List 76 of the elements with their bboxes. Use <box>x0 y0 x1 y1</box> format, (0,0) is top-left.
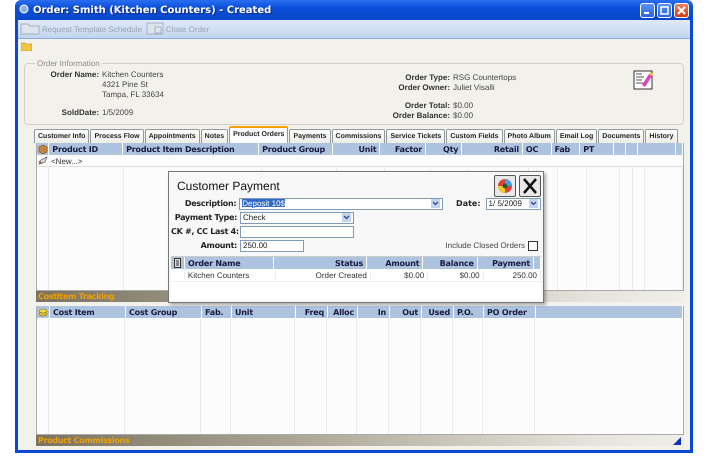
section-title: Product Commissions <box>37 436 130 445</box>
description-dropdown[interactable]: Deposit 10$ <box>239 198 444 210</box>
field-label: Order Balance: <box>392 111 450 120</box>
maximize-button[interactable] <box>657 2 672 18</box>
close-button[interactable] <box>674 2 689 18</box>
field-label: Description: <box>184 199 238 208</box>
close-icon[interactable] <box>519 175 541 197</box>
field-value: Kitchen Counters <box>102 70 164 79</box>
column-header: Amount <box>367 257 424 269</box>
column-header: Fab <box>552 143 580 155</box>
window-title: Order: Smith (Kitchen Counters) - Created <box>33 4 272 16</box>
column-header: Factor <box>380 143 426 155</box>
dropdown-arrow-icon[interactable] <box>529 199 538 208</box>
section-title: Order Information <box>36 59 101 68</box>
column-header: P.O. <box>454 306 484 318</box>
column-header: Product ID <box>49 143 124 155</box>
table-cell: $0.00 <box>428 270 484 281</box>
column-header: Freq <box>296 306 328 318</box>
field-label: CK #, CC Last 4: <box>171 227 240 236</box>
column-header: Qty <box>426 143 462 155</box>
app-icon <box>19 4 29 16</box>
close-icon <box>677 6 686 14</box>
field-value: 4321 Pine St <box>102 80 149 89</box>
field-label: SoldDate: <box>60 108 99 117</box>
field-value: 1/5/2009 <box>102 108 134 117</box>
field-value: $0.00 <box>453 111 474 120</box>
column-header: Payment <box>478 257 534 269</box>
date-picker[interactable]: 1/ 5/2009 <box>486 198 541 210</box>
table-cell: 250.00 <box>484 270 541 281</box>
field-label: Payment Type: <box>174 213 238 222</box>
maximize-icon <box>660 6 669 14</box>
column-header: Unit <box>332 143 380 155</box>
field-label: Order Name: <box>50 70 99 81</box>
column-header: Fab. <box>202 306 232 318</box>
resize-grip-icon[interactable] <box>672 435 682 446</box>
dropdown-arrow-icon[interactable] <box>342 213 351 222</box>
column-header: Used <box>422 306 454 318</box>
table-cell: Kitchen Counters <box>184 270 276 281</box>
field-value: $0.00 <box>453 101 474 110</box>
column-header: Unit <box>232 306 296 318</box>
minimize-icon <box>644 12 648 14</box>
column-header: Cost Group <box>126 306 202 318</box>
column-header: Retail <box>462 143 523 155</box>
column-header: OC <box>522 143 552 155</box>
column-header: PT <box>580 143 614 155</box>
field-label: Order Type: <box>404 73 450 82</box>
input-field[interactable] <box>240 226 354 238</box>
dropdown-arrow-icon[interactable] <box>431 199 440 208</box>
field-value: Tampa, FL 33634 <box>102 90 164 99</box>
field-label: Order Owner: <box>397 83 450 92</box>
table-cell: $0.00 <box>370 270 428 281</box>
amount-field[interactable]: 250.00 <box>240 240 304 252</box>
new-row-cell[interactable]: <New...> <box>37 156 83 166</box>
field-value: Juliet Visalli <box>453 83 495 92</box>
checkbox-label: Include Closed Orders <box>445 241 525 250</box>
minimize-button[interactable] <box>640 2 655 18</box>
section-title: CostItem Tracking <box>37 292 114 302</box>
field-label: Date: <box>456 199 481 208</box>
column-header: Cost Item <box>50 306 126 318</box>
cabinet-icon <box>146 22 164 36</box>
payment-type-dropdown[interactable]: Check <box>240 212 354 224</box>
column-header: Order Name <box>185 257 274 269</box>
checkbox[interactable] <box>528 240 538 250</box>
column-header: Alloc <box>328 306 358 318</box>
column-header: Balance <box>423 257 478 269</box>
field-label: Order Total: <box>404 101 450 110</box>
column-header: PO Order <box>484 306 536 318</box>
column-header: Product Item Description <box>123 143 260 155</box>
table-cell: Order Created <box>276 270 371 281</box>
column-header: Status <box>274 257 368 269</box>
field-label: Amount: <box>200 241 238 250</box>
field-value: RSG Countertops <box>453 73 516 82</box>
column-header: Out <box>390 306 422 318</box>
column-header: In <box>358 306 390 318</box>
column-header: Product Group <box>259 143 333 155</box>
dialog-title: Customer Payment <box>176 179 281 193</box>
